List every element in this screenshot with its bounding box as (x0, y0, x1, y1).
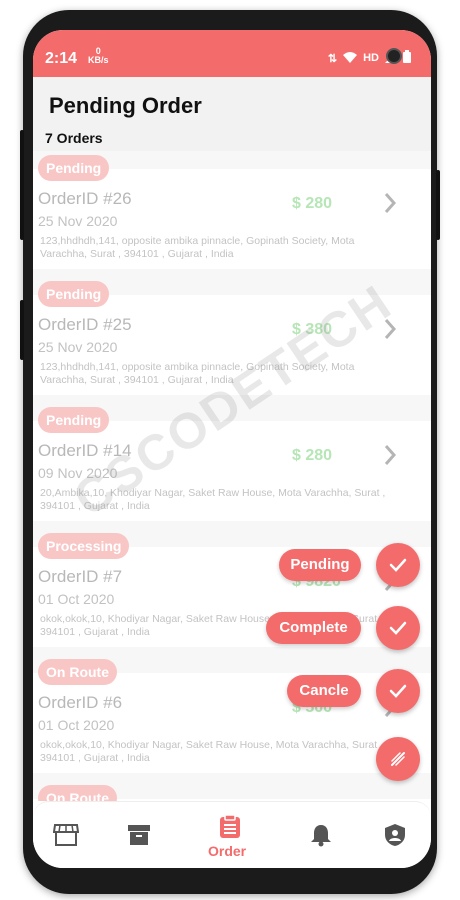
check-icon (389, 621, 407, 635)
order-date: 01 Oct 2020 (38, 717, 115, 733)
power-button (436, 170, 440, 240)
page-title: Pending Order (49, 93, 202, 118)
pencil-icon (391, 752, 405, 766)
status-badge: On Route (38, 785, 117, 801)
network-speed: 0 KB/s (88, 47, 109, 65)
screen: 2:14 0 KB/s ⇅ HD Pending Order 7 Orders … (33, 30, 431, 868)
order-date: 25 Nov 2020 (38, 213, 118, 229)
hd-label: HD (363, 52, 379, 64)
data-arrows-icon: ⇅ (327, 52, 338, 65)
order-address: 123,hhdhdh,141, opposite ambika pinnacle… (40, 235, 355, 260)
nav-archive[interactable] (124, 820, 154, 850)
order-date: 01 Oct 2020 (38, 591, 115, 607)
order-id: OrderID #6 (38, 693, 123, 712)
bell-icon (311, 825, 331, 847)
nav-store[interactable] (51, 820, 81, 850)
order-id: OrderID #7 (38, 567, 123, 586)
order-address: okok,okok,10, Khodiyar Nagar, Saket Raw … (40, 739, 383, 764)
battery-icon (403, 50, 411, 66)
chevron-right-icon[interactable] (383, 443, 397, 474)
chevron-right-icon[interactable] (383, 191, 397, 222)
wifi-icon (343, 51, 358, 66)
main-edit-fab[interactable] (376, 737, 420, 781)
nav-order[interactable] (215, 812, 245, 842)
status-badge: On Route (38, 659, 117, 685)
status-badge: Pending (38, 407, 110, 433)
pending-action-button[interactable]: Pending (279, 549, 361, 581)
order-card[interactable]: On Route (33, 781, 431, 801)
shield-user-icon (385, 824, 405, 846)
order-date: 25 Nov 2020 (38, 339, 118, 355)
order-card[interactable]: Pending OrderID #26 25 Nov 2020 $ 280 12… (33, 151, 431, 269)
order-count: 7 Orders (45, 130, 103, 146)
pending-check-fab[interactable] (376, 543, 420, 587)
status-badge: Processing (38, 533, 130, 559)
archive-icon (128, 825, 150, 845)
check-icon (389, 684, 407, 698)
status-badge: Pending (38, 155, 110, 181)
volume-button (20, 130, 24, 240)
nav-order-label: Order (208, 843, 247, 859)
cancel-action-button[interactable]: Cancle (287, 675, 361, 707)
store-icon (53, 824, 79, 846)
order-card[interactable]: Processing OrderID #7 01 Oct 2020 $ 9820… (33, 529, 431, 647)
status-badge: Pending (38, 281, 110, 307)
network-speed-unit: KB/s (88, 55, 109, 65)
order-price: $ 280 (292, 447, 333, 464)
page-header: Pending Order 7 Orders (33, 77, 431, 151)
status-time: 2:14 (45, 50, 78, 67)
complete-action-button[interactable]: Complete (266, 612, 361, 644)
order-id: OrderID #25 (38, 315, 132, 334)
order-price: $ 280 (292, 195, 333, 212)
order-id: OrderID #26 (38, 189, 132, 208)
order-list-icon (220, 815, 240, 838)
check-icon (389, 558, 407, 572)
complete-check-fab[interactable] (376, 606, 420, 650)
status-bar: 2:14 0 KB/s ⇅ HD (33, 30, 431, 77)
volume-button-lower (20, 300, 24, 360)
front-camera (386, 48, 402, 64)
order-card[interactable]: On Route OrderID #6 01 Oct 2020 $ 500 ok… (33, 655, 431, 773)
nav-profile[interactable] (380, 820, 410, 850)
bottom-nav: Order (33, 801, 431, 868)
nav-notifications[interactable] (306, 820, 336, 850)
cancel-check-fab[interactable] (376, 669, 420, 713)
